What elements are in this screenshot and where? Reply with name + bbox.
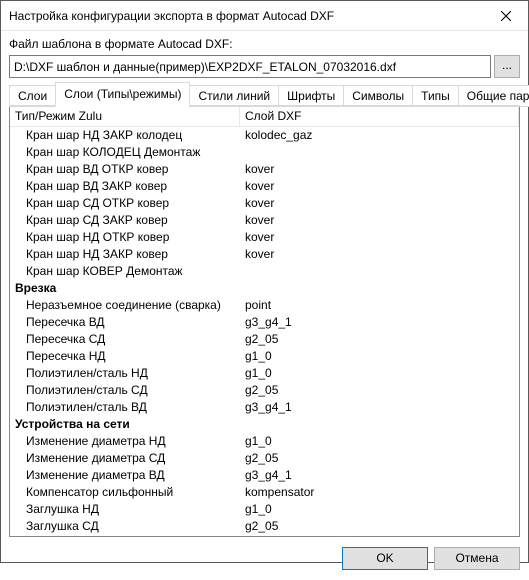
table-row[interactable]: Неразъемное соединение (сварка)point	[10, 297, 519, 314]
cell-zulu: Полиэтилен/сталь СД	[10, 382, 240, 399]
table-row[interactable]: Кран шар НД ЗАКР колодецkolodec_gaz	[10, 127, 519, 144]
tab-types[interactable]: Типы	[412, 85, 459, 107]
cell-dxf: g1_0	[240, 501, 519, 518]
cell-zulu: Кран шар СД ЗАКР ковер	[10, 212, 240, 229]
button-bar: OK Отмена	[1, 537, 528, 580]
tab-general[interactable]: Общие параметры	[458, 85, 529, 107]
group-header: Устройства на сети	[10, 416, 519, 433]
cell-dxf: g1_0	[240, 365, 519, 382]
table-row[interactable]: Пересечка СДg2_05	[10, 331, 519, 348]
cell-zulu: Кран шар НД ОТКР ковер	[10, 229, 240, 246]
cell-dxf: g1_0	[240, 348, 519, 365]
table-row[interactable]: Заглушка ВДg3_g4_1	[10, 535, 519, 537]
cell-zulu: Кран шар ВД ОТКР ковер	[10, 161, 240, 178]
table-row[interactable]: Пересечка НДg1_0	[10, 348, 519, 365]
cell-zulu: Кран шар СД ОТКР ковер	[10, 195, 240, 212]
cell-zulu: Полиэтилен/сталь НД	[10, 365, 240, 382]
cell-dxf: kolodec_gaz	[240, 127, 519, 144]
cell-zulu: Пересечка СД	[10, 331, 240, 348]
cell-zulu: Кран шар НД ЗАКР ковер	[10, 246, 240, 263]
tab-bar: Слои Слои (Типы\режимы) Стили линий Шриф…	[9, 84, 520, 106]
cell-dxf: point	[240, 297, 519, 314]
table-row[interactable]: Полиэтилен/сталь НДg1_0	[10, 365, 519, 382]
cell-dxf: kover	[240, 229, 519, 246]
table-row[interactable]: Полиэтилен/сталь СДg2_05	[10, 382, 519, 399]
cell-zulu: Кран шар ВД ЗАКР ковер	[10, 178, 240, 195]
cell-zulu: Заглушка НД	[10, 501, 240, 518]
tab-fonts[interactable]: Шрифты	[278, 85, 344, 107]
table-row[interactable]: Кран шар КОЛОДЕЦ Демонтаж	[10, 144, 519, 161]
cell-dxf: g2_05	[240, 331, 519, 348]
cell-dxf: g3_g4_1	[240, 314, 519, 331]
cell-zulu: Пересечка ВД	[10, 314, 240, 331]
table-row[interactable]: Компенсатор сильфонныйkompensator	[10, 484, 519, 501]
cell-dxf	[240, 263, 519, 280]
cell-zulu: Заглушка СД	[10, 518, 240, 535]
tab-layers[interactable]: Слои	[9, 85, 56, 107]
ok-button[interactable]: OK	[342, 547, 428, 570]
browse-button[interactable]: ...	[494, 55, 520, 78]
cell-zulu: Неразъемное соединение (сварка)	[10, 297, 240, 314]
cell-zulu: Заглушка ВД	[10, 535, 240, 537]
tab-symbols[interactable]: Символы	[343, 85, 413, 107]
cell-dxf: g3_g4_1	[240, 467, 519, 484]
cell-dxf	[240, 144, 519, 161]
cell-dxf: kover	[240, 178, 519, 195]
cell-zulu: Изменение диаметра НД	[10, 433, 240, 450]
cell-zulu: Изменение диаметра ВД	[10, 467, 240, 484]
table-row[interactable]: Кран шар ВД ЗАКР коверkover	[10, 178, 519, 195]
cell-dxf: kover	[240, 212, 519, 229]
table-row[interactable]: Изменение диаметра СДg2_05	[10, 450, 519, 467]
close-icon	[501, 11, 511, 21]
cell-zulu: Кран шар НД ЗАКР колодец	[10, 127, 240, 144]
table-row[interactable]: Кран шар КОВЕР Демонтаж	[10, 263, 519, 280]
cell-dxf: g1_0	[240, 433, 519, 450]
close-button[interactable]	[483, 1, 528, 31]
cell-zulu: Пересечка НД	[10, 348, 240, 365]
cell-dxf: g3_g4_1	[240, 399, 519, 416]
column-header-dxf[interactable]: Слой DXF	[240, 107, 519, 126]
group-header: Врезка	[10, 280, 519, 297]
cell-zulu: Кран шар КОВЕР Демонтаж	[10, 263, 240, 280]
column-header-zulu[interactable]: Тип/Режим Zulu	[10, 107, 240, 126]
table-row[interactable]: Полиэтилен/сталь ВДg3_g4_1	[10, 399, 519, 416]
table-row[interactable]: Кран шар ВД ОТКР коверkover	[10, 161, 519, 178]
table-row[interactable]: Изменение диаметра ВДg3_g4_1	[10, 467, 519, 484]
template-path-input[interactable]	[9, 55, 491, 78]
cell-zulu: Компенсатор сильфонный	[10, 484, 240, 501]
cell-dxf: g2_05	[240, 518, 519, 535]
cell-dxf: g3_g4_1	[240, 535, 519, 537]
table-row[interactable]: Кран шар СД ОТКР коверkover	[10, 195, 519, 212]
cell-zulu: Изменение диаметра СД	[10, 450, 240, 467]
tab-layers-types[interactable]: Слои (Типы\режимы)	[55, 82, 190, 106]
cell-dxf: kover	[240, 195, 519, 212]
cancel-button[interactable]: Отмена	[434, 547, 520, 570]
cell-dxf: kompensator	[240, 484, 519, 501]
cell-zulu: Кран шар КОЛОДЕЦ Демонтаж	[10, 144, 240, 161]
cell-dxf: g2_05	[240, 382, 519, 399]
group-name: Врезка	[10, 280, 240, 297]
table-row[interactable]: Кран шар СД ЗАКР коверkover	[10, 212, 519, 229]
window-title: Настройка конфигурации экспорта в формат…	[9, 9, 483, 23]
cell-zulu: Полиэтилен/сталь ВД	[10, 399, 240, 416]
grid-header: Тип/Режим Zulu Слой DXF	[10, 107, 519, 127]
table-row[interactable]: Пересечка ВДg3_g4_1	[10, 314, 519, 331]
table-row[interactable]: Изменение диаметра НДg1_0	[10, 433, 519, 450]
tab-line-styles[interactable]: Стили линий	[189, 85, 279, 107]
table-row[interactable]: Кран шар НД ЗАКР коверkover	[10, 246, 519, 263]
table-row[interactable]: Заглушка СДg2_05	[10, 518, 519, 535]
cell-dxf: g2_05	[240, 450, 519, 467]
titlebar: Настройка конфигурации экспорта в формат…	[1, 1, 528, 31]
table-row[interactable]: Заглушка НДg1_0	[10, 501, 519, 518]
template-label: Файл шаблона в формате Autocad DXF:	[9, 37, 520, 51]
group-name: Устройства на сети	[10, 416, 240, 433]
cell-dxf: kover	[240, 161, 519, 178]
table-row[interactable]: Кран шар НД ОТКР коверkover	[10, 229, 519, 246]
grid: Тип/Режим Zulu Слой DXF Кран шар НД ЗАКР…	[9, 107, 520, 537]
cell-dxf: kover	[240, 246, 519, 263]
grid-body[interactable]: Кран шар НД ЗАКР колодецkolodec_gazКран …	[10, 127, 519, 537]
